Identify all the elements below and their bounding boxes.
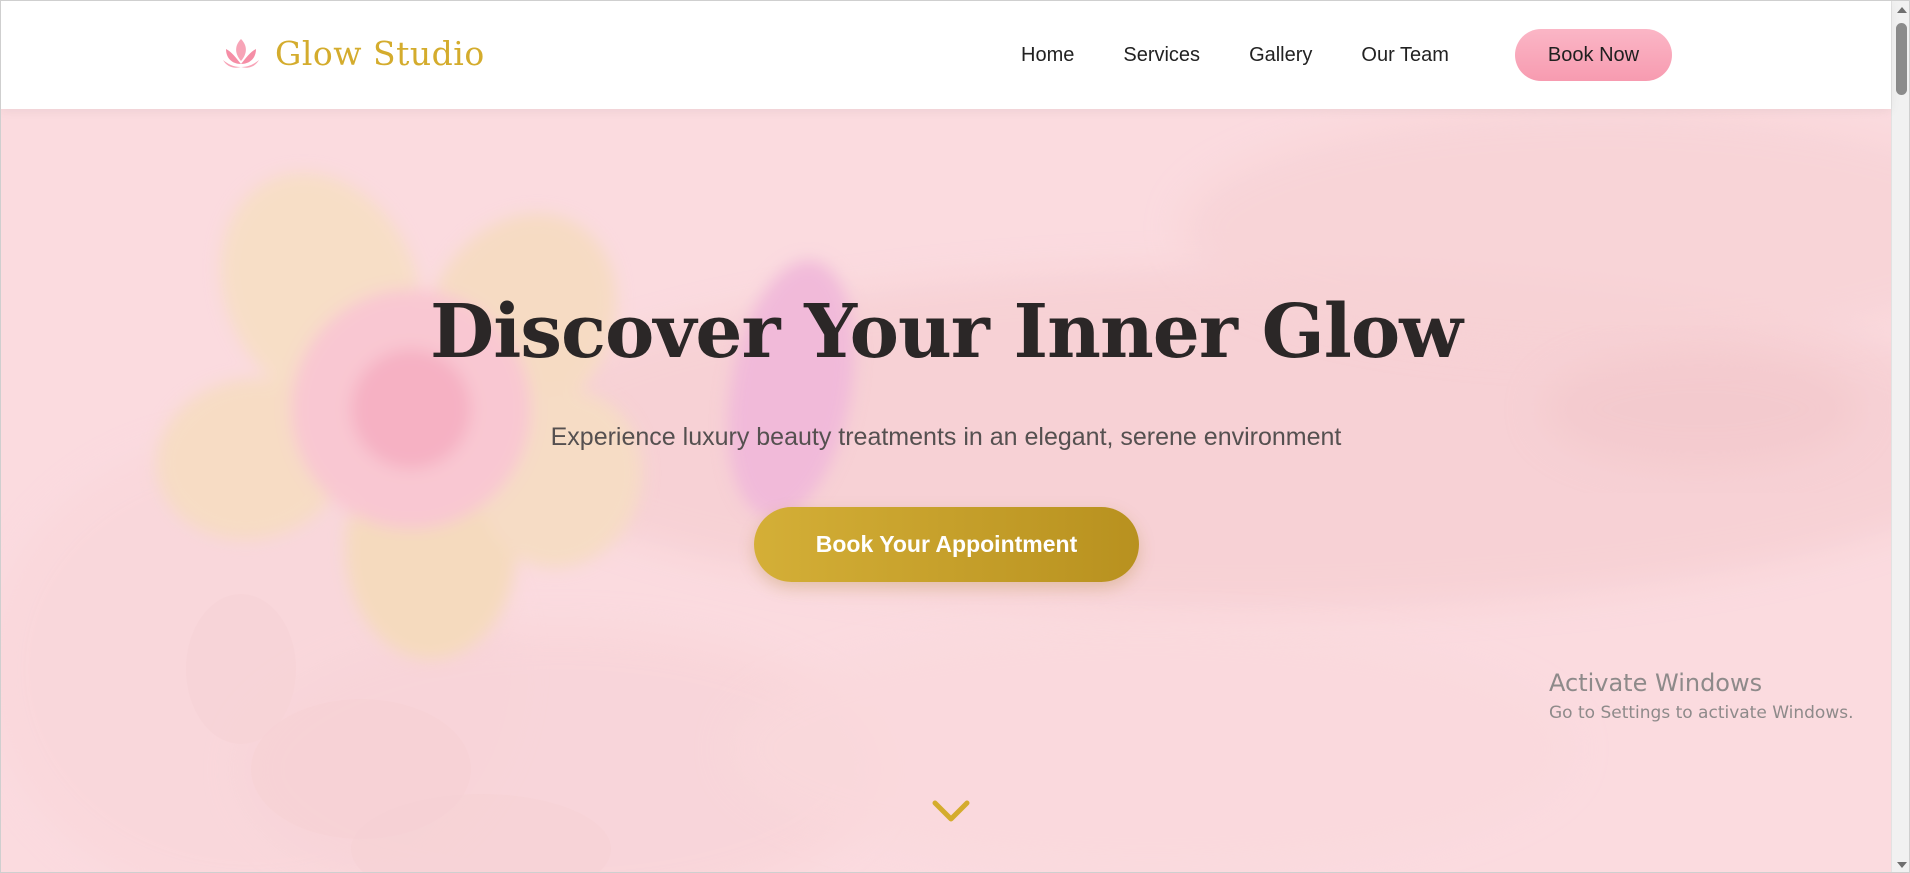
scrollbar-thumb[interactable]: [1896, 23, 1907, 95]
main-nav: Home Services Gallery Our Team: [1021, 1, 1449, 109]
nav-services[interactable]: Services: [1123, 44, 1200, 67]
hero-subtitle: Experience luxury beauty treatments in a…: [550, 423, 1342, 451]
activate-windows-subtitle: Go to Settings to activate Windows.: [1549, 703, 1854, 723]
lotus-icon: [223, 39, 259, 68]
activate-windows-title: Activate Windows: [1549, 669, 1763, 697]
nav-gallery[interactable]: Gallery: [1249, 44, 1312, 67]
chevron-down-icon[interactable]: [931, 797, 971, 825]
nav-home[interactable]: Home: [1021, 44, 1074, 67]
book-now-button[interactable]: Book Now: [1515, 29, 1672, 81]
hero-overlay: [1, 109, 1891, 872]
site-header: Glow Studio Home Services Gallery Our Te…: [1, 1, 1891, 109]
book-appointment-button[interactable]: Book Your Appointment: [754, 507, 1139, 582]
activate-windows-watermark: Activate Windows Go to Settings to activ…: [1549, 669, 1854, 723]
vertical-scrollbar[interactable]: [1891, 1, 1909, 872]
logo[interactable]: Glow Studio: [219, 31, 485, 75]
browser-viewport: Glow Studio Home Services Gallery Our Te…: [0, 0, 1910, 873]
hero-section: Discover Your Inner Glow Experience luxu…: [1, 109, 1891, 872]
nav-our-team[interactable]: Our Team: [1361, 44, 1448, 67]
scroll-up-arrow-icon[interactable]: [1897, 7, 1907, 13]
hero-title: Discover Your Inner Glow: [430, 289, 1463, 375]
logo-text: Glow Studio: [275, 33, 485, 73]
scroll-down-arrow-icon[interactable]: [1897, 862, 1907, 868]
